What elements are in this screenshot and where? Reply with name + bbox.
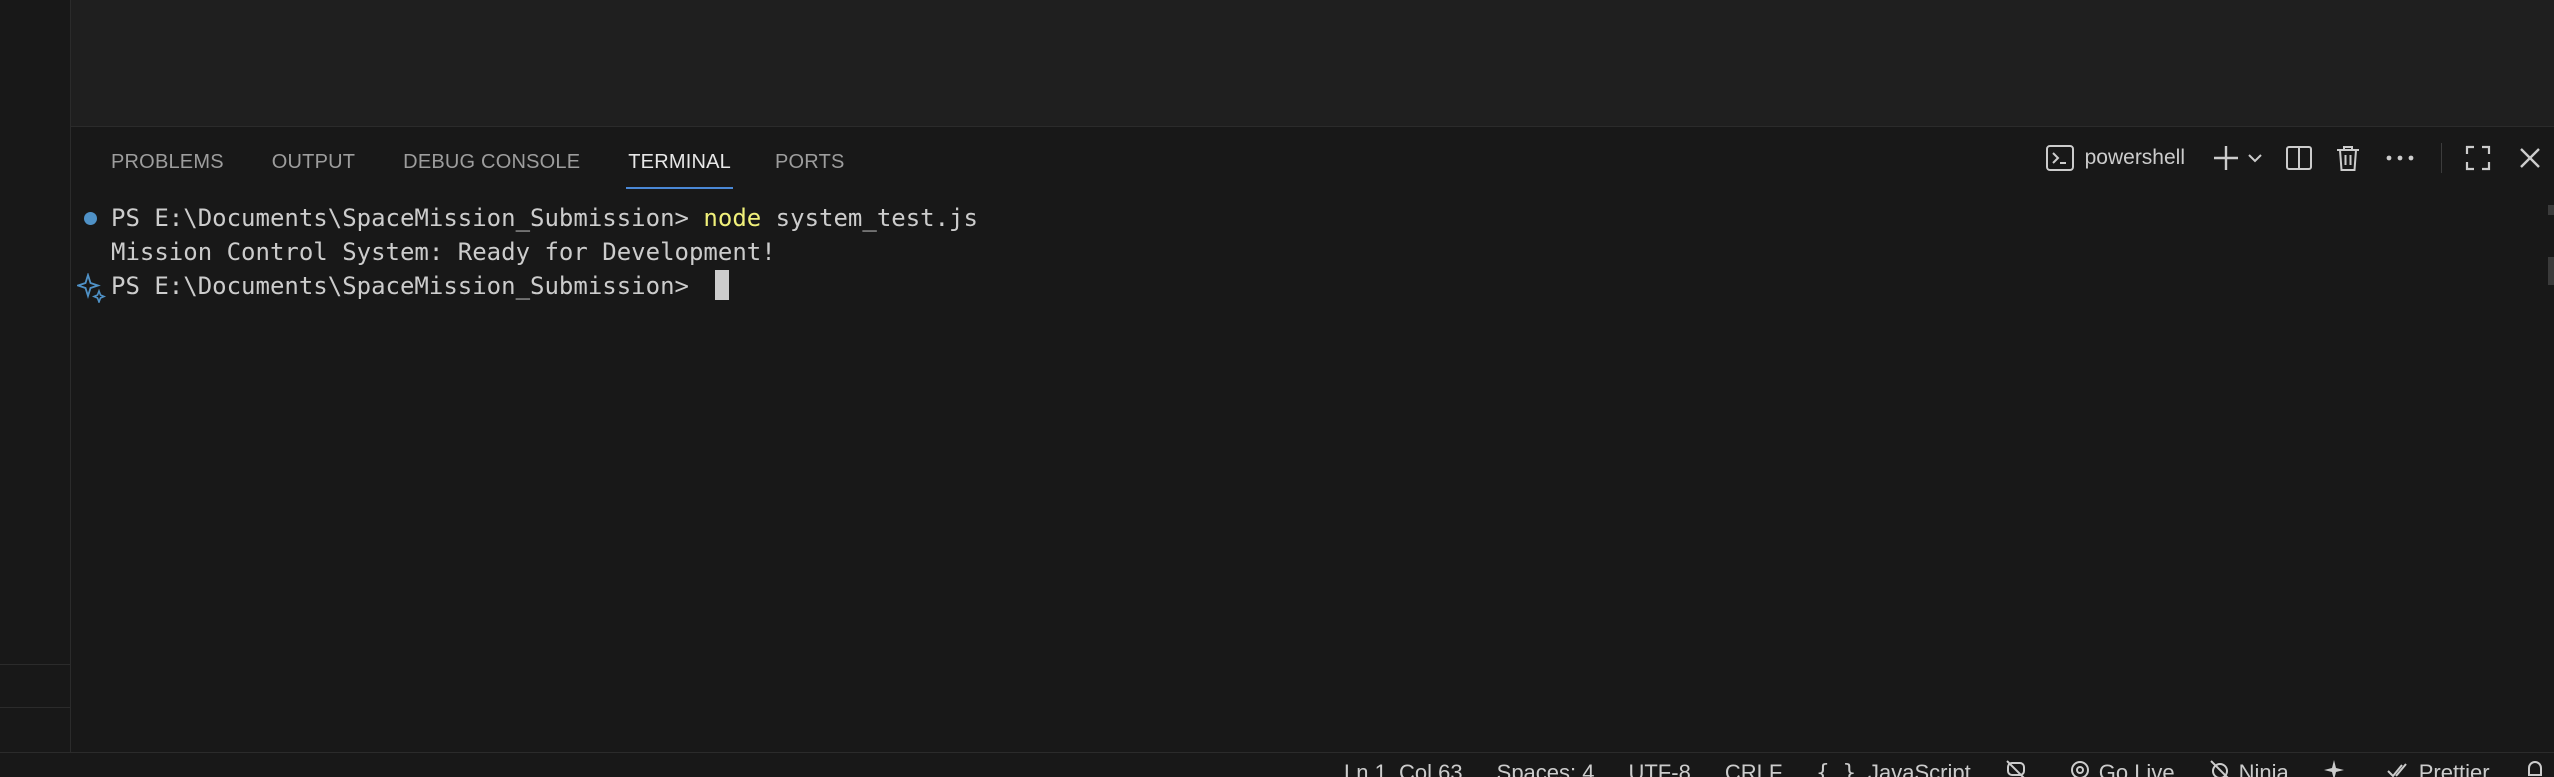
terminal-prompt: PS E:\Documents\SpaceMission_Submission> [111,272,703,300]
scrollbar-marker[interactable] [2548,205,2554,215]
ninja-label: Ninja [2239,760,2289,777]
braces-icon: { } [1816,761,1856,777]
status-eol[interactable]: CRLF [1725,759,1782,777]
prettier-status[interactable]: Prettier [2387,759,2490,777]
prettier-label: Prettier [2419,760,2490,777]
status-indentation[interactable]: Spaces: 4 [1497,759,1595,777]
status-bar: Ln 1, Col 63 Spaces: 4 UTF-8 CRLF { } Ja… [0,752,2554,777]
terminal-dropdown-button[interactable] [2247,138,2263,178]
split-terminal-button[interactable] [2285,138,2313,178]
panel-actions: powershell [2045,127,2554,189]
bottom-panel: PROBLEMS OUTPUT DEBUG CONSOLE TERMINAL P… [71,127,2554,752]
command-status-dot[interactable] [84,212,97,225]
sparkle-icon [2323,759,2353,777]
double-check-icon [2387,759,2419,777]
plus-icon [2211,143,2241,173]
close-panel-button[interactable] [2518,138,2542,178]
maximize-icon [2464,144,2492,172]
sidebar-divider [0,664,70,665]
sidebar-divider [0,707,70,708]
terminal-cursor [715,270,729,300]
kill-terminal-button[interactable] [2335,138,2361,178]
terminal-selector[interactable]: powershell [2045,138,2185,178]
terminal-line: Mission Control System: Ready for Develo… [111,235,776,269]
panel-tabs: PROBLEMS OUTPUT DEBUG CONSOLE TERMINAL P… [71,127,845,189]
ninja-icon [2209,759,2239,777]
more-actions-button[interactable] [2385,138,2415,178]
terminal-prompt: PS E:\Documents\SpaceMission_Submission> [111,204,703,232]
sparkle-status[interactable] [2323,759,2353,777]
copilot-icon [2005,759,2035,777]
bell-icon [2524,759,2554,777]
trash-icon [2335,144,2361,172]
status-language[interactable]: { } JavaScript [1816,759,1970,777]
new-terminal-button[interactable] [2211,138,2241,178]
actions-divider [2441,143,2442,173]
sidebar-strip [0,0,71,752]
sparkle-icon[interactable] [77,273,107,309]
status-cursor-position[interactable]: Ln 1, Col 63 [1344,759,1463,777]
tab-terminal[interactable]: TERMINAL [628,127,731,189]
close-icon [2518,146,2542,170]
broadcast-icon [2069,759,2099,777]
status-items: Ln 1, Col 63 Spaces: 4 UTF-8 CRLF { } Ja… [1344,759,2554,777]
notifications-status[interactable] [2524,759,2554,777]
terminal-output-text: Mission Control System: Ready for Develo… [111,238,776,266]
editor-area [71,0,2554,127]
maximize-panel-button[interactable] [2464,138,2492,178]
copilot-status[interactable] [2005,759,2035,777]
shell-label: powershell [2085,146,2185,170]
scrollbar-marker[interactable] [2548,257,2554,285]
tab-problems[interactable]: PROBLEMS [111,127,224,189]
tab-output[interactable]: OUTPUT [272,127,355,189]
tab-debug-console[interactable]: DEBUG CONSOLE [403,127,580,189]
status-language-label: JavaScript [1868,760,1971,777]
tab-ports[interactable]: PORTS [775,127,845,189]
go-live-button[interactable]: Go Live [2069,759,2175,777]
terminal-icon [2045,143,2075,173]
terminal-command: node [703,204,761,232]
status-encoding[interactable]: UTF-8 [1628,759,1690,777]
go-live-label: Go Live [2099,760,2175,777]
split-icon [2285,144,2313,172]
more-icon [2385,153,2415,163]
ninja-status[interactable]: Ninja [2209,759,2289,777]
terminal-line: PS E:\Documents\SpaceMission_Submission>… [111,201,978,235]
chevron-down-icon [2247,150,2263,166]
terminal-line: PS E:\Documents\SpaceMission_Submission> [111,269,729,303]
terminal-command-args: system_test.js [761,204,978,232]
